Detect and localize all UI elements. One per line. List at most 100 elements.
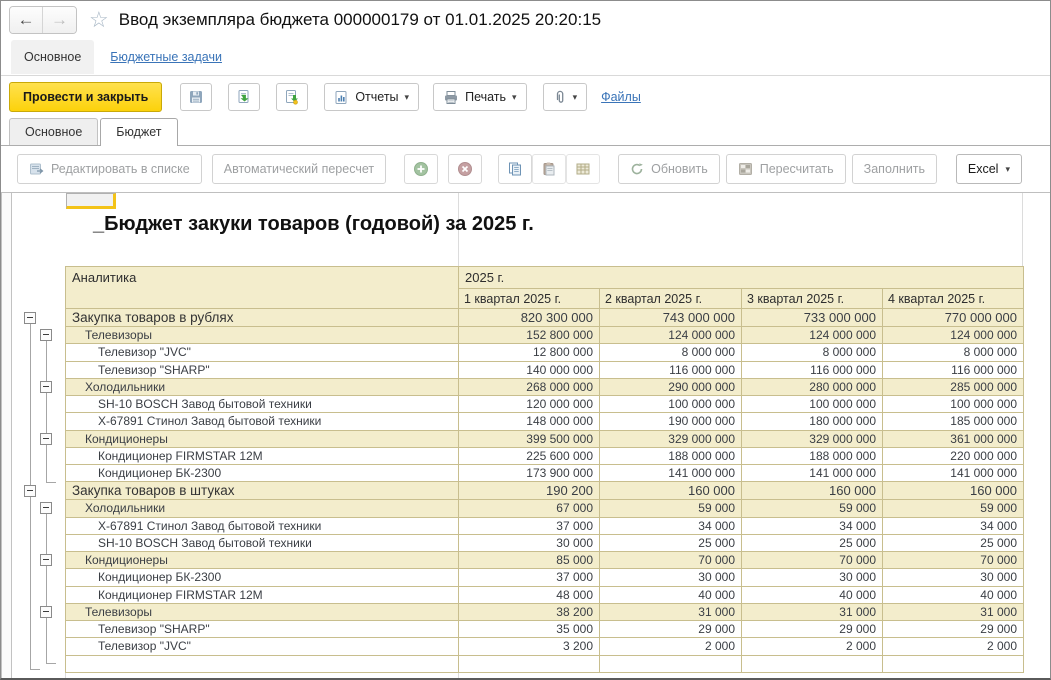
back-button[interactable]: ← [10,7,43,33]
value-cell[interactable]: 124 000 000 [882,325,1024,345]
analytics-cell[interactable]: Кондиционеры [65,429,459,448]
post-and-close-button[interactable]: Провести и закрыть [9,82,163,112]
empty-cell[interactable] [741,654,883,673]
value-cell[interactable]: 160 000 [599,481,742,501]
reports-button[interactable]: Отчеты ▾ [324,83,420,111]
value-cell[interactable]: 141 000 000 [882,463,1024,483]
value-cell[interactable]: 29 000 [882,619,1024,639]
analytics-cell[interactable]: Х-67891 Стинол Завод бытовой техники [65,516,459,535]
value-cell[interactable]: 30 000 [741,568,883,587]
collapse-group-button[interactable] [40,432,52,445]
value-cell[interactable]: 329 000 000 [599,429,742,448]
value-cell[interactable]: 85 000 [458,550,600,570]
paste-button[interactable] [532,154,567,184]
value-cell[interactable]: 34 000 [882,516,1024,535]
value-cell[interactable]: 148 000 000 [458,412,600,431]
value-cell[interactable]: 8 000 000 [882,343,1024,362]
analytics-cell[interactable]: Закупка товаров в штуках [65,481,459,501]
selected-cell[interactable] [66,193,116,209]
value-cell[interactable]: 40 000 [599,585,742,604]
analytics-cell[interactable]: Кондиционер БК-2300 [65,463,459,483]
refresh-button[interactable]: Обновить [618,154,720,184]
analytics-cell[interactable]: Кондиционер БК-2300 [65,568,459,587]
value-cell[interactable]: 37 000 [458,568,600,587]
value-cell[interactable]: 290 000 000 [599,377,742,397]
analytics-cell[interactable]: Телевизор "JVC" [65,343,459,362]
analytics-cell[interactable]: Телевизор "JVC" [65,637,459,656]
value-cell[interactable]: 70 000 [741,550,883,570]
collapse-group-button[interactable] [40,502,52,515]
analytics-cell[interactable]: Х-67891 Стинол Завод бытовой техники [65,412,459,431]
value-cell[interactable]: 399 500 000 [458,429,600,448]
save-button[interactable] [180,83,213,111]
value-cell[interactable]: 280 000 000 [741,377,883,397]
value-cell[interactable]: 35 000 [458,619,600,639]
value-cell[interactable]: 116 000 000 [741,360,883,379]
value-cell[interactable]: 120 000 000 [458,394,600,414]
value-cell[interactable]: 733 000 000 [741,308,883,327]
value-cell[interactable]: 30 000 [882,568,1024,587]
value-cell[interactable]: 188 000 000 [599,446,742,466]
value-cell[interactable]: 220 000 000 [882,446,1024,466]
print-button[interactable]: Печать ▾ [433,83,527,111]
quarter-header-cell[interactable]: 3 квартал 2025 г. [741,288,883,309]
year-header-cell[interactable]: 2025 г. [458,266,1024,289]
value-cell[interactable]: 8 000 000 [599,343,742,362]
value-cell[interactable]: 141 000 000 [599,463,742,483]
value-cell[interactable]: 225 600 000 [458,446,600,466]
analytics-cell[interactable]: Телевизор "SHARP" [65,619,459,639]
value-cell[interactable]: 37 000 [458,516,600,535]
value-cell[interactable]: 31 000 [741,602,883,622]
value-cell[interactable]: 2 000 [741,637,883,656]
analytics-cell[interactable]: SH-10 BOSCH Завод бытовой техники [65,533,459,553]
value-cell[interactable]: 152 800 000 [458,325,600,345]
value-cell[interactable]: 285 000 000 [882,377,1024,397]
auto-recalc-button[interactable]: Автоматический пересчет [211,154,387,184]
analytics-cell[interactable]: Кондиционеры [65,550,459,570]
forward-button[interactable]: → [43,7,76,33]
value-cell[interactable]: 173 900 000 [458,463,600,483]
analytics-cell[interactable]: Телевизоры [65,325,459,345]
value-cell[interactable]: 29 000 [599,619,742,639]
value-cell[interactable]: 160 000 [741,481,883,501]
value-cell[interactable]: 3 200 [458,637,600,656]
empty-cell[interactable] [599,654,742,673]
tab-main[interactable]: Основное [9,118,99,145]
collapse-group-button[interactable] [24,311,36,324]
value-cell[interactable]: 100 000 000 [882,394,1024,414]
analytics-cell[interactable]: Холодильники [65,377,459,397]
value-cell[interactable]: 141 000 000 [741,463,883,483]
value-cell[interactable]: 59 000 [882,499,1024,518]
empty-cell[interactable] [882,654,1024,673]
excel-button[interactable]: Excel ▾ [955,154,1022,184]
value-cell[interactable]: 180 000 000 [741,412,883,431]
value-cell[interactable]: 190 200 [458,481,600,501]
delete-row-button[interactable] [448,154,483,184]
analytics-cell[interactable]: Холодильники [65,499,459,518]
value-cell[interactable]: 268 000 000 [458,377,600,397]
analytics-header-cell[interactable]: Аналитика [65,266,459,309]
empty-cell[interactable] [65,654,459,673]
value-cell[interactable]: 12 800 000 [458,343,600,362]
value-cell[interactable]: 185 000 000 [882,412,1024,431]
copy-button[interactable] [498,154,533,184]
edit-in-list-button[interactable]: Редактировать в списке [17,154,202,184]
favorite-star-icon[interactable]: ☆ [89,7,109,33]
value-cell[interactable]: 30 000 [458,533,600,553]
value-cell[interactable]: 34 000 [741,516,883,535]
value-cell[interactable]: 48 000 [458,585,600,604]
collapse-group-button[interactable] [40,554,52,567]
value-cell[interactable]: 70 000 [599,550,742,570]
quarter-header-cell[interactable]: 4 квартал 2025 г. [882,288,1024,309]
value-cell[interactable]: 2 000 [882,637,1024,656]
value-cell[interactable]: 116 000 000 [599,360,742,379]
value-cell[interactable]: 31 000 [882,602,1024,622]
value-cell[interactable]: 40 000 [882,585,1024,604]
value-cell[interactable]: 329 000 000 [741,429,883,448]
value-cell[interactable]: 30 000 [599,568,742,587]
analytics-cell[interactable]: Кондиционер FIRMSTAR 12М [65,446,459,466]
value-cell[interactable]: 188 000 000 [741,446,883,466]
value-cell[interactable]: 34 000 [599,516,742,535]
fill-button[interactable]: Заполнить [851,154,938,184]
value-cell[interactable]: 770 000 000 [882,308,1024,327]
